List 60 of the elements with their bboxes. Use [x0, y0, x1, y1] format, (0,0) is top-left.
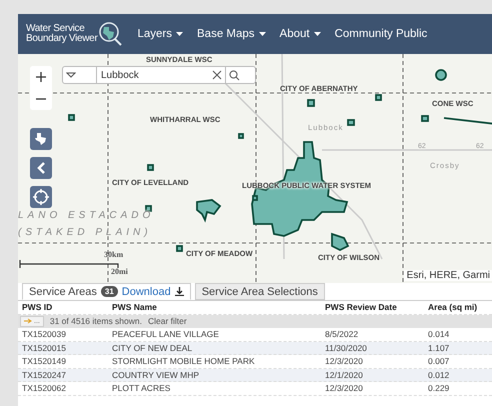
close-icon [212, 70, 222, 80]
table-cell-text: TX1520149 [22, 356, 67, 366]
nav-menu-item[interactable]: Layers [137, 28, 184, 40]
column-header[interactable]: PWS Review Date [325, 302, 428, 312]
table-cell-text: 12/1/2020 [325, 370, 364, 380]
caret-icon [258, 32, 266, 36]
caret-icon [314, 32, 321, 36]
download-icon [174, 287, 184, 296]
tab[interactable]: Service Area Selections [194, 283, 325, 300]
table-cell-text: 12/3/2020 [325, 356, 364, 366]
table-cell-text: TX1520062 [22, 383, 67, 394]
table-cell-text: 0.012 [428, 370, 450, 380]
nav-menu-item[interactable]: About [280, 28, 321, 40]
search-field[interactable]: Lubbock [62, 66, 256, 84]
scale-label: 30km [104, 250, 124, 259]
filter-status: 31 of 4516 items shown. [50, 316, 142, 326]
nav-menu-item[interactable]: Base Maps [197, 28, 266, 40]
table-cell-text: CITY OF NEW DEAL [112, 342, 194, 353]
plus-icon [36, 72, 46, 82]
column-header[interactable]: PWS ID [22, 302, 112, 312]
table-cell-text: 11/30/2020 [325, 342, 368, 353]
triangle-icon [66, 72, 76, 78]
home-extent-button[interactable] [30, 128, 52, 150]
table-cell-text: PLOTT ACRES [112, 383, 172, 394]
table-cell-text: TX1520247 [22, 370, 67, 380]
map-label: LANO ESTACADO [18, 211, 154, 221]
tab-label: Service Area Selections [202, 286, 318, 298]
table-cell-text: STORMLIGHT MOBILE HOME PARK [112, 356, 256, 366]
scale-label: 20mi [111, 267, 128, 276]
download-link[interactable]: Download [122, 286, 171, 298]
table-cell-text: 8/5/2022 [325, 329, 360, 340]
nav-menu-item[interactable]: Community Public [334, 28, 428, 40]
texas-shape-icon [34, 132, 48, 146]
minus-icon [36, 98, 46, 100]
table-cell-text: 12/3/2020 [325, 383, 364, 394]
table-cell-text: 0.229 [428, 383, 450, 394]
map-attribution: Esri, HERE, Garmi [404, 270, 492, 281]
table-cell-text: TX1520039 [22, 329, 67, 340]
tab[interactable]: Service Areas 31 Download [22, 283, 191, 300]
tab-label: Service Areas [29, 286, 97, 298]
table-cell-text: PEACEFUL LANE VILLAGE [112, 329, 220, 340]
table-cell-text: 0.014 [428, 329, 450, 340]
table-cell-text: 1.107 [428, 342, 450, 353]
back-button[interactable] [30, 157, 52, 179]
table-cell-text: COUNTRY VIEW MHP [112, 370, 200, 380]
column-header[interactable]: Area (sq mi) [428, 302, 492, 312]
table-cell-text: 0.007 [428, 356, 450, 366]
map-label: (STAKED PLAIN) [18, 228, 152, 238]
locate-button[interactable] [30, 186, 52, 208]
texas-magnifier-logo-icon [97, 21, 124, 47]
column-header[interactable]: PWS Name [112, 302, 325, 312]
table-cell-text: TX1520015 [22, 342, 67, 353]
app-title: Water Service Boundary Viewer [26, 24, 98, 44]
arrow-icon [24, 318, 32, 324]
count-badge: 31 [100, 286, 118, 297]
chevron-left-icon [37, 162, 45, 174]
search-icon [229, 70, 240, 80]
clear-filter-link[interactable]: Clear filter [148, 316, 187, 326]
caret-icon [176, 32, 184, 36]
locate-icon [33, 189, 49, 205]
